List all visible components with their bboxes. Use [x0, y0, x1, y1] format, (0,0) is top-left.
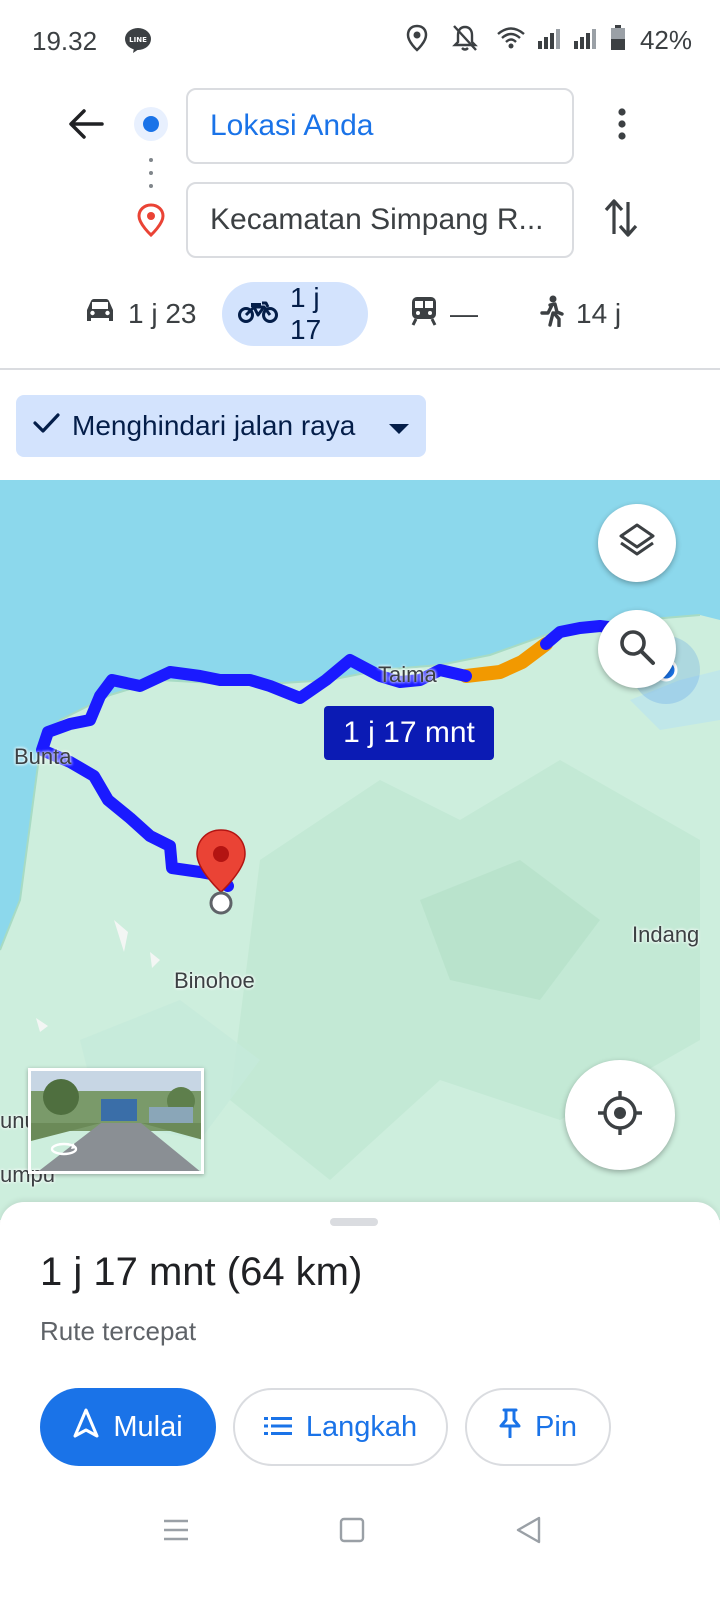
line-app-icon: LINE	[124, 27, 152, 58]
street-view-rotate-icon	[49, 1141, 79, 1162]
car-icon	[84, 297, 116, 332]
my-location-button[interactable]	[565, 1060, 675, 1170]
signal-icon	[537, 27, 562, 54]
map-label-taima: Taima	[378, 662, 437, 687]
driving-time: 1 j 23	[128, 298, 197, 329]
layers-icon	[617, 521, 657, 566]
origin-marker-icon	[134, 107, 168, 141]
motorcycle-icon	[238, 297, 278, 332]
chip-label: Menghindari jalan raya	[72, 410, 356, 441]
travel-mode-tabs: 1 j 23 1 j 17 — 14 j	[0, 282, 720, 346]
dropdown-icon	[388, 410, 410, 442]
walk-icon	[540, 295, 564, 334]
steps-button[interactable]: Langkah	[233, 1388, 448, 1466]
map-label-indang: Indang	[632, 922, 700, 947]
status-time: 19.32	[32, 26, 98, 56]
notifications-off-icon	[452, 24, 478, 57]
route-connector	[148, 158, 154, 188]
motorcycle-time: 1 j 17	[290, 282, 322, 345]
sheet-drag-handle[interactable]	[330, 1218, 378, 1226]
pin-route-button[interactable]: Pin	[465, 1388, 611, 1466]
menu-icon	[162, 1518, 190, 1547]
location-icon	[406, 24, 428, 57]
triangle-back-icon	[514, 1515, 542, 1550]
home-button[interactable]	[332, 1512, 372, 1552]
origin-input[interactable]: Lokasi Anda	[186, 88, 574, 164]
battery-icon	[610, 25, 626, 56]
tab-driving[interactable]: 1 j 23	[64, 282, 217, 346]
street-view-thumbnail[interactable]	[28, 1068, 204, 1174]
steps-label: Langkah	[305, 1410, 418, 1443]
back-button[interactable]	[60, 100, 112, 152]
map-label-binohoe: Binohoe	[174, 968, 255, 993]
tab-walking[interactable]: 14 j	[520, 282, 641, 346]
swap-vert-icon	[604, 198, 638, 243]
list-icon	[263, 1411, 292, 1444]
navigation-arrow-icon	[73, 1408, 99, 1446]
system-navigation-bar	[0, 1490, 720, 1600]
recent-apps-button[interactable]	[156, 1512, 196, 1552]
tab-transit[interactable]: —	[390, 282, 498, 346]
avoid-highways-chip[interactable]: Menghindari jalan raya	[16, 395, 426, 457]
layers-button[interactable]	[598, 504, 676, 582]
transit-time: —	[450, 298, 478, 329]
map-view[interactable]: Bunta Taima Binohoe Indang unu umpu 1 j …	[0, 480, 720, 1220]
swap-directions-button[interactable]	[596, 194, 646, 246]
tab-motorcycle[interactable]: 1 j 17	[222, 282, 368, 346]
arrow-back-icon	[68, 108, 104, 145]
start-label: Mulai	[113, 1410, 183, 1443]
square-icon	[339, 1517, 365, 1548]
walking-time: 14 j	[576, 298, 622, 329]
more-vert-icon	[617, 107, 627, 145]
wifi-icon	[496, 26, 526, 55]
map-label-bunta: Bunta	[14, 744, 72, 769]
status-bar: 19.32 LINE 42%	[0, 0, 720, 80]
destination-marker-icon[interactable]	[194, 828, 248, 921]
pushpin-icon	[499, 1408, 521, 1446]
svg-text:LINE: LINE	[129, 36, 147, 44]
route-eta-label[interactable]: 1 j 17 mnt	[324, 706, 494, 760]
search-along-route-button[interactable]	[598, 610, 676, 688]
my-location-icon	[596, 1089, 644, 1142]
check-icon	[32, 410, 60, 442]
start-navigation-button[interactable]: Mulai	[40, 1388, 216, 1466]
transit-icon	[410, 296, 438, 333]
more-options-button[interactable]	[600, 100, 644, 152]
header-divider	[0, 368, 720, 370]
system-back-button[interactable]	[508, 1512, 548, 1552]
search-icon	[618, 628, 656, 671]
signal-icon	[573, 27, 598, 54]
destination-input[interactable]: Kecamatan Simpang R...	[186, 182, 574, 258]
route-description: Rute tercepat	[40, 1316, 197, 1346]
destination-pin-icon	[136, 203, 166, 242]
battery-percentage: 42%	[639, 25, 692, 55]
pin-label: Pin	[535, 1410, 577, 1443]
route-duration-distance: 1 j 17 mnt (64 km)	[40, 1250, 363, 1294]
